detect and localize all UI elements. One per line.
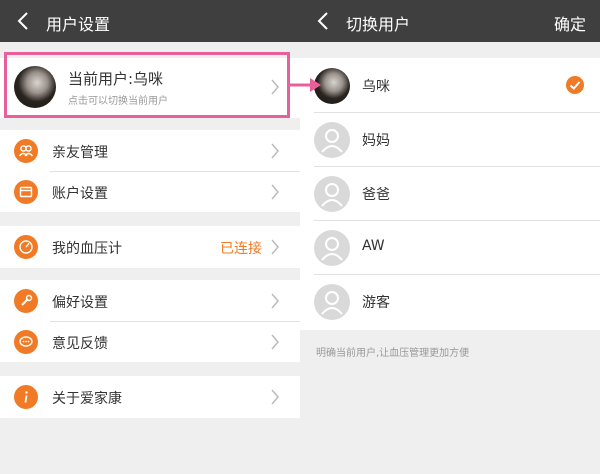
- card-icon: [14, 180, 38, 204]
- connection-status: 已连接: [220, 241, 262, 257]
- page-title: 切换用户: [346, 15, 411, 34]
- wrench-icon: [14, 289, 38, 313]
- user-name: 乌咪: [362, 79, 390, 95]
- menu-item-label: 关于爱家康: [52, 391, 122, 407]
- user-item[interactable]: 游客: [300, 282, 600, 322]
- back-arrow-icon[interactable]: [14, 9, 34, 33]
- user-name: 爸爸: [362, 187, 390, 203]
- navbar: 用户设置: [0, 0, 300, 42]
- menu-item-label: 偏好设置: [52, 295, 108, 311]
- chat-icon: [14, 330, 38, 354]
- chevron-right-icon: [271, 334, 279, 350]
- divider: [314, 112, 600, 113]
- chevron-right-icon: [271, 389, 279, 405]
- menu-item-bp-monitor[interactable]: 我的血压计 已连接: [0, 227, 300, 267]
- menu-item-family[interactable]: 亲友管理: [0, 131, 300, 171]
- back-arrow-icon[interactable]: [314, 9, 334, 33]
- user-name: 妈妈: [362, 133, 390, 149]
- highlight-box: [4, 52, 290, 118]
- chevron-right-icon: [271, 143, 279, 159]
- info-icon: [14, 385, 38, 409]
- people-icon: [14, 139, 38, 163]
- confirm-button[interactable]: 确定: [554, 11, 586, 35]
- navbar: 切换用户 确定: [300, 0, 600, 42]
- menu-item-about[interactable]: 关于爱家康: [0, 377, 300, 417]
- selected-check-icon: [566, 76, 584, 94]
- chevron-right-icon: [271, 184, 279, 200]
- menu-item-label: 我的血压计: [52, 241, 122, 257]
- default-avatar-icon: [314, 230, 350, 266]
- user-name: AW: [362, 238, 385, 254]
- user-item[interactable]: AW: [300, 228, 600, 268]
- switch-user-screen: 切换用户 确定 乌咪 妈妈 爸爸 AW 游客 明确当前用户,让血压管理更加方便: [300, 0, 600, 474]
- page-title: 用户设置: [46, 15, 111, 34]
- menu-item-feedback[interactable]: 意见反馈: [0, 322, 300, 362]
- user-item[interactable]: 乌咪: [300, 66, 600, 106]
- arrow-right-icon: [288, 78, 321, 92]
- user-item[interactable]: 妈妈: [300, 120, 600, 160]
- meter-icon: [14, 235, 38, 259]
- menu-item-label: 亲友管理: [52, 145, 108, 161]
- divider: [314, 220, 600, 221]
- menu-item-label: 账户设置: [52, 186, 108, 202]
- chevron-right-icon: [271, 239, 279, 255]
- divider: [314, 274, 600, 275]
- menu-item-preferences[interactable]: 偏好设置: [0, 281, 300, 321]
- default-avatar-icon: [314, 284, 350, 320]
- default-avatar-icon: [314, 122, 350, 158]
- default-avatar-icon: [314, 176, 350, 212]
- menu-item-account[interactable]: 账户设置: [0, 172, 300, 212]
- chevron-right-icon: [271, 293, 279, 309]
- menu-item-label: 意见反馈: [52, 336, 108, 352]
- divider: [314, 166, 600, 167]
- hint-text: 明确当前用户,让血压管理更加方便: [316, 348, 470, 359]
- user-name: 游客: [362, 295, 390, 311]
- user-item[interactable]: 爸爸: [300, 174, 600, 214]
